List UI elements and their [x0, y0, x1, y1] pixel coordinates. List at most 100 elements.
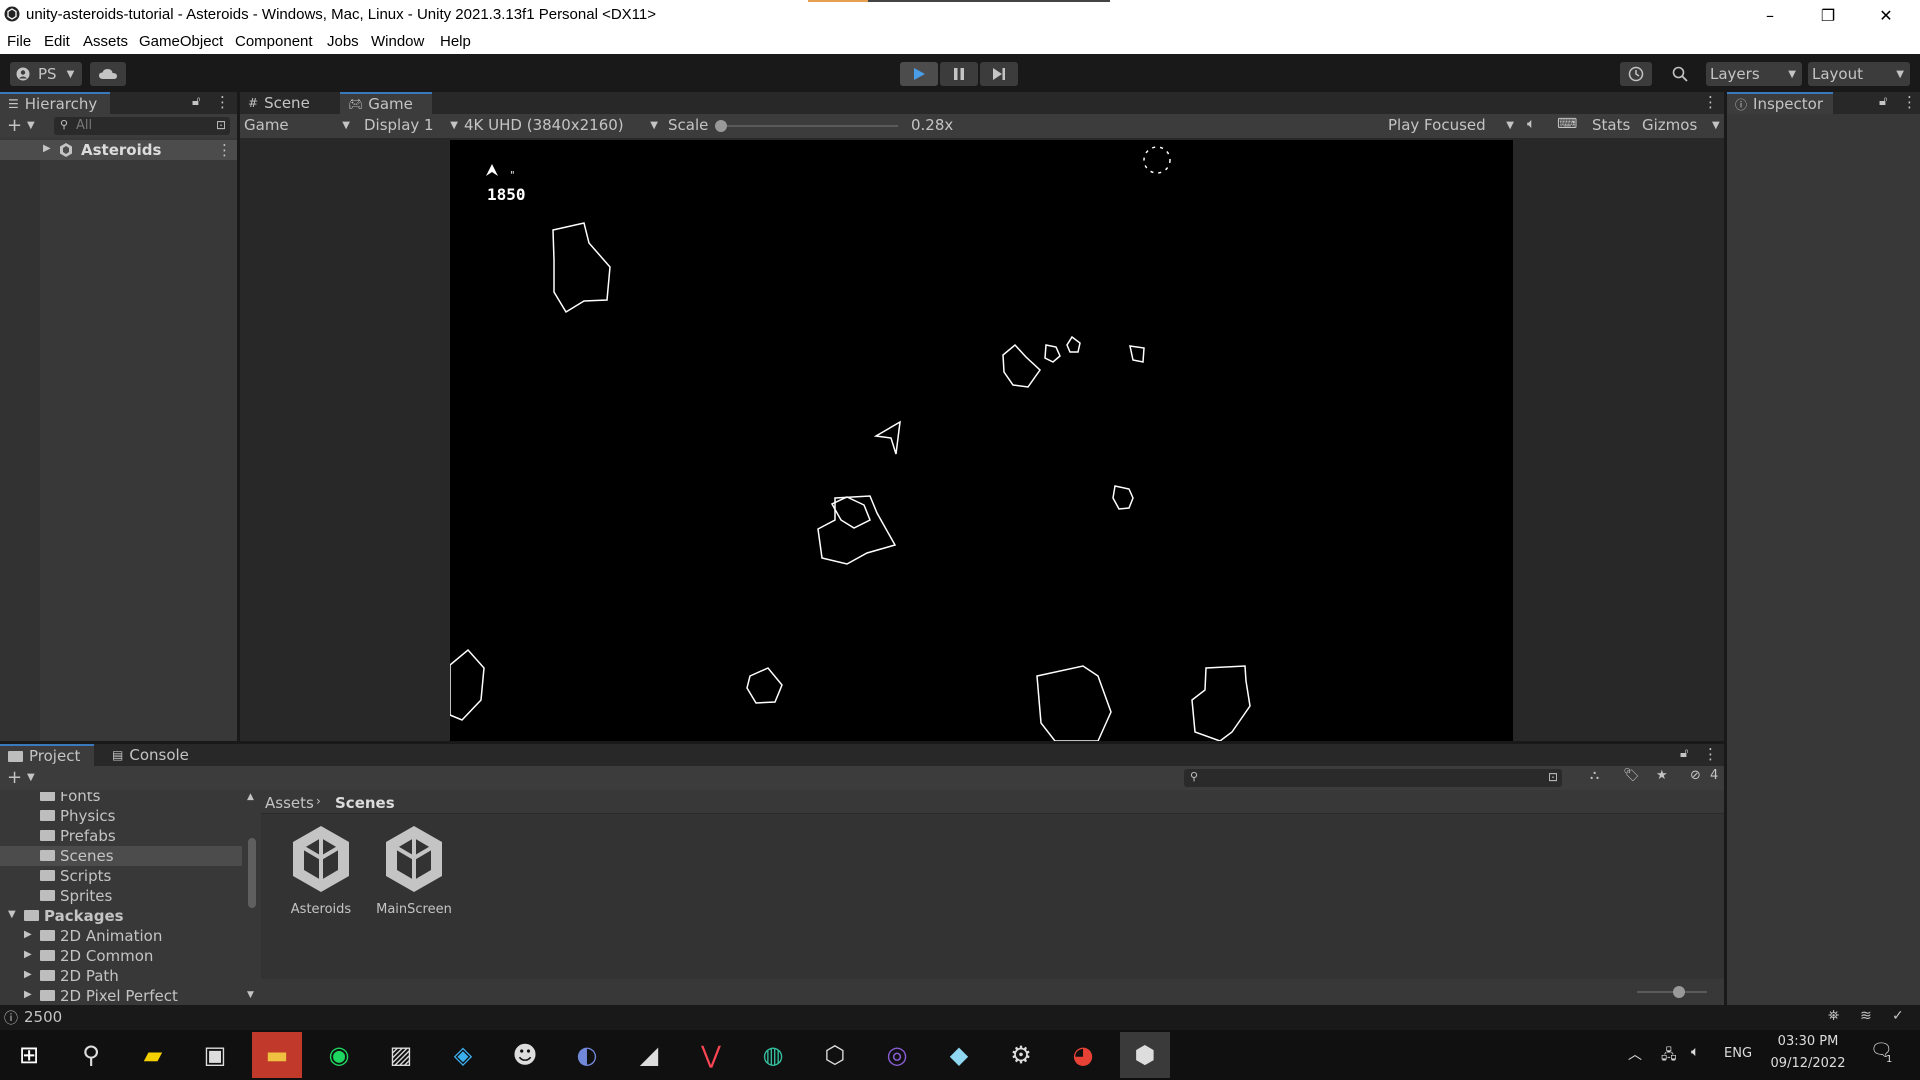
- chevron-down-icon[interactable]: ▼: [1712, 120, 1720, 131]
- menu-file[interactable]: File: [7, 33, 31, 50]
- menu-help[interactable]: Help: [440, 33, 471, 50]
- status-message[interactable]: 2500: [24, 1008, 62, 1026]
- scale-slider-thumb[interactable]: [715, 120, 727, 132]
- search-options-icon[interactable]: ⊡: [1548, 770, 1558, 784]
- tree-item[interactable]: Prefabs: [0, 826, 242, 846]
- layers-dropdown[interactable]: Layers ▼: [1706, 62, 1802, 86]
- cache-icon[interactable]: ≋: [1860, 1008, 1872, 1024]
- keyboard-icon[interactable]: ⌨: [1557, 116, 1577, 132]
- breadcrumb-scenes[interactable]: Scenes: [335, 794, 395, 812]
- chevron-down-icon[interactable]: ▼: [27, 120, 35, 131]
- expand-right-icon[interactable]: ▶: [24, 929, 32, 940]
- display-dropdown[interactable]: Display 1 ▼: [364, 116, 460, 136]
- chevron-up-icon[interactable]: ︿: [1628, 1044, 1642, 1064]
- hierarchy-search-input[interactable]: ⚲ All ⊡: [54, 117, 230, 135]
- chevron-down-icon[interactable]: ▼: [27, 772, 35, 783]
- history-button[interactable]: [1620, 62, 1652, 86]
- kebab-menu-icon[interactable]: ⋮: [1902, 93, 1917, 111]
- taskbar-sticky-notes-button[interactable]: ▰: [128, 1032, 178, 1078]
- label-icon[interactable]: 🏷︎: [1623, 768, 1640, 783]
- pause-button[interactable]: [940, 62, 978, 86]
- clock-time[interactable]: 03:30 PM: [1763, 1034, 1853, 1049]
- taskbar-anime-app-button[interactable]: ☻: [500, 1032, 550, 1078]
- taskbar-paint-button[interactable]: ◆: [934, 1032, 984, 1078]
- scrollbar-thumb[interactable]: [248, 838, 256, 908]
- tab-scene[interactable]: # Scene: [240, 92, 340, 114]
- taskbar-edge-button[interactable]: ◍: [748, 1032, 798, 1078]
- tree-item[interactable]: Scenes: [0, 846, 242, 866]
- stats-button[interactable]: Stats: [1592, 116, 1630, 134]
- menu-gameobject[interactable]: GameObject: [139, 33, 223, 50]
- check-icon[interactable]: ✓: [1892, 1008, 1904, 1024]
- volume-icon[interactable]: 🔈︎: [1691, 1044, 1699, 1060]
- taskbar-settings-button[interactable]: ⚙: [996, 1032, 1046, 1078]
- play-mode-dropdown[interactable]: Play Focused ▼: [1388, 116, 1516, 136]
- search-button[interactable]: [1664, 62, 1696, 86]
- account-dropdown[interactable]: PS ▼: [10, 62, 82, 86]
- lock-icon[interactable]: 🔓︎: [1879, 94, 1887, 109]
- menu-jobs[interactable]: Jobs: [327, 33, 359, 50]
- search-options-icon[interactable]: ⊡: [216, 118, 226, 132]
- network-icon[interactable]: 🖧︎: [1661, 1044, 1677, 1068]
- filter-type-icon[interactable]: ⛬: [1590, 768, 1599, 783]
- minimize-button[interactable]: –: [1741, 0, 1799, 30]
- expand-right-icon[interactable]: ▶: [24, 969, 32, 980]
- taskbar-media-player-button[interactable]: ▣: [190, 1032, 240, 1078]
- cloud-button[interactable]: [90, 62, 126, 86]
- tree-item[interactable]: ▶ 2D Pixel Perfect: [0, 986, 242, 1005]
- taskbar-game-app-button[interactable]: ◢: [624, 1032, 674, 1078]
- resolution-dropdown[interactable]: 4K UHD (3840x2160) ▼: [464, 116, 660, 136]
- kebab-menu-icon[interactable]: ⋮: [1703, 93, 1718, 111]
- tree-item[interactable]: ▶ 2D Path: [0, 966, 242, 986]
- maximize-button[interactable]: ❐: [1799, 0, 1857, 30]
- scroll-up-icon[interactable]: ▲: [247, 792, 254, 802]
- tree-item[interactable]: Physics: [0, 806, 242, 826]
- hidden-packages-icon[interactable]: ⊘: [1690, 768, 1701, 783]
- language-indicator[interactable]: ENG: [1724, 1046, 1752, 1061]
- taskbar-unity-hub-button[interactable]: ⬡: [810, 1032, 860, 1078]
- add-icon[interactable]: +: [7, 767, 22, 788]
- taskbar-photos-button[interactable]: ▨: [376, 1032, 426, 1078]
- project-search-input[interactable]: ⚲ ⊡: [1184, 769, 1562, 787]
- close-button[interactable]: ✕: [1857, 0, 1915, 30]
- kebab-menu-icon[interactable]: ⋮: [1703, 745, 1718, 763]
- taskbar-discord-button[interactable]: ◐: [562, 1032, 612, 1078]
- kebab-menu-icon[interactable]: ⋮: [217, 141, 232, 159]
- taskbar-chrome-button[interactable]: ◕: [1058, 1032, 1108, 1078]
- expand-arrow-icon[interactable]: ▶: [43, 143, 51, 154]
- play-button[interactable]: [900, 62, 938, 86]
- menu-window[interactable]: Window: [371, 33, 424, 50]
- lock-icon[interactable]: 🔓︎: [192, 94, 200, 109]
- taskbar-file-explorer-button[interactable]: ▬: [252, 1032, 302, 1078]
- tree-item[interactable]: Scripts: [0, 866, 242, 886]
- tab-hierarchy[interactable]: ☰ Hierarchy: [0, 92, 110, 114]
- taskbar-search-button[interactable]: ⚲: [66, 1032, 116, 1078]
- notifications-button[interactable]: 🗨︎ 1: [1870, 1040, 1900, 1070]
- expand-right-icon[interactable]: ▶: [24, 989, 32, 1000]
- view-dropdown[interactable]: Game ▼: [244, 116, 352, 136]
- expand-right-icon[interactable]: ▶: [24, 949, 32, 960]
- taskbar-start-button[interactable]: ⊞: [4, 1032, 54, 1078]
- taskbar-unity-editor-button[interactable]: ⬢: [1120, 1032, 1170, 1078]
- lock-icon[interactable]: 🔓︎: [1680, 746, 1688, 761]
- menu-assets[interactable]: Assets: [83, 33, 128, 50]
- add-icon[interactable]: +: [7, 115, 22, 136]
- tab-project[interactable]: Project: [0, 744, 94, 766]
- menu-component[interactable]: Component: [235, 33, 313, 50]
- game-viewport[interactable]: 1850 ": [449, 140, 1513, 742]
- icon-size-slider[interactable]: [1637, 986, 1707, 998]
- favorite-icon[interactable]: ★: [1656, 768, 1668, 783]
- bug-icon[interactable]: ⛯: [1828, 1008, 1839, 1024]
- hierarchy-scene-row[interactable]: ▶ Asteroids ⋮: [0, 140, 237, 160]
- icon-size-slider-thumb[interactable]: [1673, 986, 1685, 998]
- layout-dropdown[interactable]: Layout ▼: [1808, 62, 1910, 86]
- asset-tile[interactable]: Asteroids: [283, 824, 359, 924]
- taskbar-github-desktop-button[interactable]: ◎: [872, 1032, 922, 1078]
- tree-item[interactable]: ▶ 2D Animation: [0, 926, 242, 946]
- menu-edit[interactable]: Edit: [44, 33, 70, 50]
- audio-icon[interactable]: 🔈︎: [1527, 116, 1535, 132]
- kebab-menu-icon[interactable]: ⋮: [215, 93, 230, 111]
- tree-scrollbar[interactable]: ▲ ▼: [245, 792, 259, 1005]
- tab-inspector[interactable]: ⓘ Inspector: [1727, 92, 1833, 114]
- tree-item[interactable]: Fonts: [0, 792, 242, 806]
